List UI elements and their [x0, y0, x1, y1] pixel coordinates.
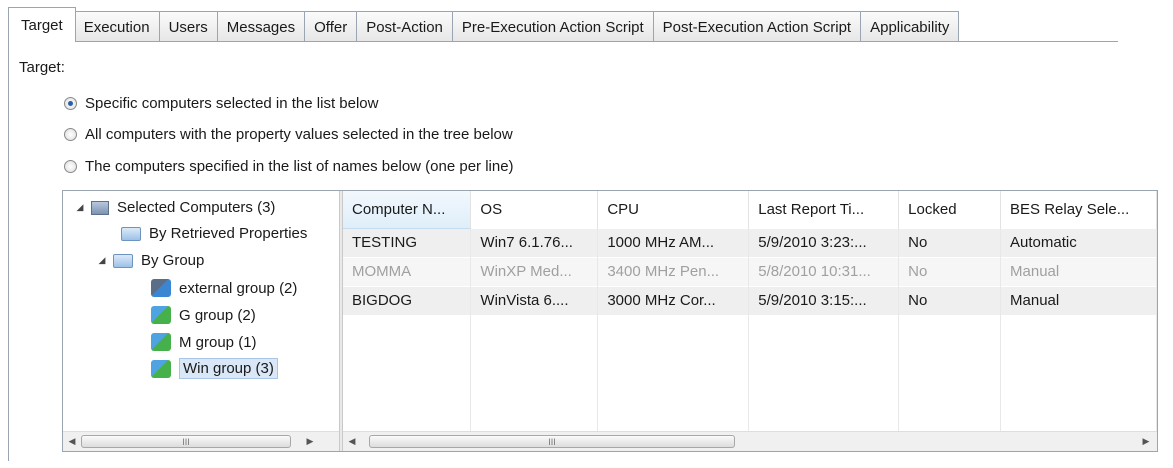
computer-table: Computer N... OS CPU Last Report Ti... L… [343, 191, 1157, 451]
tree-node-by-retrieved-properties[interactable]: By Retrieved Properties [121, 225, 329, 242]
table-cell: BIGDOG [343, 285, 472, 315]
tree-node-m-group[interactable]: M group (1) [151, 333, 257, 351]
list-horizontal-scrollbar[interactable]: ◀ III ▶ [343, 431, 1157, 451]
table-cell: Manual [1000, 285, 1157, 315]
tab-offer[interactable]: Offer [305, 11, 358, 42]
table-cell: No [898, 227, 1002, 257]
folder-icon [113, 253, 133, 268]
tab-pre-execution-action-script[interactable]: Pre-Execution Action Script [452, 11, 654, 42]
radio-button-icon[interactable] [64, 128, 77, 141]
computer-group-icon [151, 359, 171, 378]
tree-node-label: G group (2) [179, 306, 256, 324]
table-cell: 5/9/2010 3:23:... [748, 227, 900, 257]
scroll-left-icon[interactable]: ◀ [343, 436, 361, 447]
radio-specific-computers[interactable]: Specific computers selected in the list … [64, 95, 378, 112]
tree-node-g-group[interactable]: G group (2) [151, 306, 256, 324]
panel-border [8, 41, 9, 461]
table-cell: 5/8/2010 10:31... [748, 256, 900, 286]
column-header-cpu[interactable]: CPU [597, 191, 750, 228]
table-row[interactable]: TESTING Win7 6.1.76... 1000 MHz AM... 5/… [343, 227, 1157, 257]
tree-node-selected-computers[interactable]: ◢ Selected Computers (3) [75, 199, 276, 216]
column-header-os[interactable]: OS [470, 191, 599, 228]
computer-list: Computer N... OS CPU Last Report Ti... L… [343, 191, 1157, 451]
tree-node-label: Win group (3) [179, 358, 278, 379]
tree-node-label: M group (1) [179, 333, 257, 351]
table-cell: 5/9/2010 3:15:... [748, 285, 900, 315]
table-row[interactable]: MOMMA WinXP Med... 3400 MHz Pen... 5/8/2… [343, 256, 1157, 286]
collapse-arrow-icon[interactable]: ◢ [75, 202, 85, 213]
tree-node-external-group[interactable]: external group (2) [151, 279, 297, 297]
target-heading: Target: [19, 59, 65, 76]
tab-post-execution-action-script[interactable]: Post-Execution Action Script [653, 11, 862, 42]
radio-button-icon[interactable] [64, 97, 77, 110]
tree-node-label: By Retrieved Properties [149, 225, 308, 242]
radio-list-of-names[interactable]: The computers specified in the list of n… [64, 158, 514, 175]
scroll-left-icon[interactable]: ◀ [63, 436, 81, 447]
scrollbar-thumb[interactable]: III [81, 435, 291, 448]
table-cell: Automatic [1000, 227, 1157, 257]
column-header-bes-relay-selection[interactable]: BES Relay Sele... [1000, 191, 1157, 228]
table-cell: MOMMA [343, 256, 472, 286]
computer-selection-frame: ◢ Selected Computers (3) By Retrieved Pr… [62, 190, 1158, 452]
table-cell: TESTING [343, 227, 472, 257]
folder-icon [121, 226, 141, 241]
computer-group-icon [151, 333, 171, 351]
tree-node-label: By Group [141, 252, 205, 269]
table-cell: WinXP Med... [470, 256, 599, 286]
computer-tree: ◢ Selected Computers (3) By Retrieved Pr… [63, 191, 339, 451]
radio-property-values[interactable]: All computers with the property values s… [64, 126, 513, 143]
computer-group-icon [151, 279, 171, 297]
tab-users[interactable]: Users [159, 11, 218, 42]
thumb-grip: III [548, 436, 556, 447]
table-cell: 3000 MHz Cor... [597, 285, 750, 315]
radio-label: All computers with the property values s… [85, 126, 513, 143]
radio-label: The computers specified in the list of n… [85, 158, 514, 175]
tab-messages[interactable]: Messages [217, 11, 306, 42]
tab-target[interactable]: Target [8, 7, 76, 42]
tab-post-action[interactable]: Post-Action [357, 11, 453, 42]
computers-icon [91, 200, 109, 215]
radio-label: Specific computers selected in the list … [85, 95, 379, 112]
tree-node-by-group[interactable]: ◢ By Group [97, 252, 205, 269]
table-cell: WinVista 6.... [470, 285, 599, 315]
collapse-arrow-icon[interactable]: ◢ [97, 255, 107, 266]
tab-applicability[interactable]: Applicability [861, 11, 960, 42]
scroll-right-icon[interactable]: ▶ [1137, 436, 1155, 447]
tab-strip: Target Execution Users Messages Offer Po… [8, 7, 960, 42]
tree-horizontal-scrollbar[interactable]: ◀ III ▶ [63, 431, 339, 451]
table-row[interactable]: BIGDOG WinVista 6.... 3000 MHz Cor... 5/… [343, 285, 1157, 315]
scrollbar-thumb[interactable]: III [369, 435, 735, 448]
tab-execution[interactable]: Execution [74, 11, 160, 42]
table-cell: No [898, 256, 1002, 286]
column-header-last-report-time[interactable]: Last Report Ti... [748, 191, 900, 228]
radio-button-icon[interactable] [64, 160, 77, 173]
table-cell: 3400 MHz Pen... [597, 256, 750, 286]
table-header-row: Computer N... OS CPU Last Report Ti... L… [343, 191, 1157, 229]
table-cell: No [898, 285, 1002, 315]
tree-node-label: external group (2) [179, 279, 298, 297]
tree-node-label: Selected Computers (3) [117, 199, 276, 216]
tab-divider [8, 41, 1118, 42]
scroll-right-icon[interactable]: ▶ [301, 436, 319, 447]
table-cell: 1000 MHz AM... [597, 227, 750, 257]
tree-node-win-group[interactable]: Win group (3) [151, 358, 278, 379]
column-header-computer-name[interactable]: Computer N... [343, 191, 472, 229]
column-header-locked[interactable]: Locked [898, 191, 1002, 228]
table-cell: Manual [1000, 256, 1157, 286]
thumb-grip: III [182, 436, 190, 447]
computer-group-icon [151, 306, 171, 324]
table-cell: Win7 6.1.76... [470, 227, 599, 257]
